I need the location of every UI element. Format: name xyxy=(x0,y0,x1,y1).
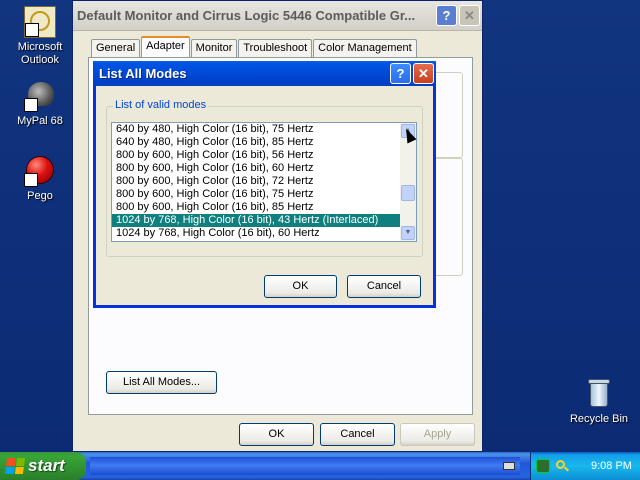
pego-icon xyxy=(24,155,56,187)
dialog-close-button[interactable]: ✕ xyxy=(413,63,434,84)
props-titlebar[interactable]: Default Monitor and Cirrus Logic 5446 Co… xyxy=(73,1,482,31)
dialog-ok-button[interactable]: OK xyxy=(264,275,337,298)
props-apply-button[interactable]: Apply xyxy=(400,423,475,446)
pego-label: Pego xyxy=(27,190,53,202)
windows-logo-icon xyxy=(4,458,26,474)
scroll-down-icon[interactable]: ▼ xyxy=(401,226,415,240)
tab-monitor[interactable]: Monitor xyxy=(190,39,238,57)
props-close-button[interactable]: ✕ xyxy=(459,5,480,26)
props-help-button[interactable]: ? xyxy=(436,5,457,26)
mypal-icon xyxy=(24,80,56,112)
tab-general[interactable]: General xyxy=(91,39,141,57)
start-button[interactable]: start xyxy=(0,452,86,480)
recycle-bin-label: Recycle Bin xyxy=(569,413,629,425)
recycle-bin-icon xyxy=(583,378,615,410)
keyboard-icon[interactable] xyxy=(503,462,515,470)
tab-troubleshoot[interactable]: Troubleshoot xyxy=(238,39,313,57)
mode-list-item[interactable]: 800 by 600, High Color (16 bit), 72 Hert… xyxy=(112,175,402,188)
dialog-title: List All Modes xyxy=(99,66,187,81)
taskbar-band xyxy=(90,457,520,475)
mode-list-item[interactable]: 1024 by 768, High Color (16 bit), 60 Her… xyxy=(112,227,402,240)
props-title: Default Monitor and Cirrus Logic 5446 Co… xyxy=(77,8,416,23)
props-tabs: General Adapter Monitor Troubleshoot Col… xyxy=(91,36,418,57)
scroll-thumb[interactable] xyxy=(401,185,415,201)
start-label: start xyxy=(28,456,65,475)
taskbar: start 9:08 PM xyxy=(0,452,640,480)
tab-color-management[interactable]: Color Management xyxy=(313,39,417,57)
modes-list: 640 by 480, High Color (16 bit), 75 Hert… xyxy=(112,123,402,240)
search-icon[interactable] xyxy=(555,459,569,473)
mypal-label: MyPal 68 xyxy=(17,115,63,127)
outlook-label: Microsoft Outlook xyxy=(17,41,63,66)
mode-list-item-selected[interactable]: 1024 by 768, High Color (16 bit), 43 Her… xyxy=(112,214,402,227)
network-icon[interactable] xyxy=(536,459,550,473)
mode-list-item[interactable]: 800 by 600, High Color (16 bit), 75 Hert… xyxy=(112,188,402,201)
outlook-icon xyxy=(24,6,56,38)
pego-desktop-icon[interactable]: Pego xyxy=(2,155,78,203)
system-tray: 9:08 PM xyxy=(530,452,640,480)
mode-list-item[interactable]: 800 by 600, High Color (16 bit), 56 Hert… xyxy=(112,149,402,162)
mode-list-item[interactable]: 800 by 600, High Color (16 bit), 85 Hert… xyxy=(112,201,402,214)
dialog-help-button[interactable]: ? xyxy=(390,63,411,84)
tab-adapter[interactable]: Adapter xyxy=(141,36,190,57)
list-all-modes-button[interactable]: List All Modes... xyxy=(106,371,217,394)
mode-list-item[interactable]: 640 by 480, High Color (16 bit), 75 Hert… xyxy=(112,123,402,136)
valid-modes-group-label: List of valid modes xyxy=(113,99,209,111)
dialog-cancel-button[interactable]: Cancel xyxy=(347,275,421,298)
clock[interactable]: 9:08 PM xyxy=(591,460,632,472)
props-cancel-button[interactable]: Cancel xyxy=(320,423,395,446)
props-ok-button[interactable]: OK xyxy=(239,423,314,446)
dialog-titlebar[interactable]: List All Modes ? ✕ xyxy=(93,61,436,86)
modes-listbox[interactable]: 640 by 480, High Color (16 bit), 75 Hert… xyxy=(111,122,417,242)
outlook-desktop-icon[interactable]: Microsoft Outlook xyxy=(2,6,78,67)
recycle-bin-desktop-icon[interactable]: Recycle Bin xyxy=(561,378,637,426)
mode-list-item[interactable]: 800 by 600, High Color (16 bit), 60 Hert… xyxy=(112,162,402,175)
list-all-modes-dialog: List All Modes ? ✕ List of valid modes 6… xyxy=(93,61,436,308)
mypal-desktop-icon[interactable]: MyPal 68 xyxy=(2,80,78,128)
mode-list-item[interactable]: 640 by 480, High Color (16 bit), 85 Hert… xyxy=(112,136,402,149)
